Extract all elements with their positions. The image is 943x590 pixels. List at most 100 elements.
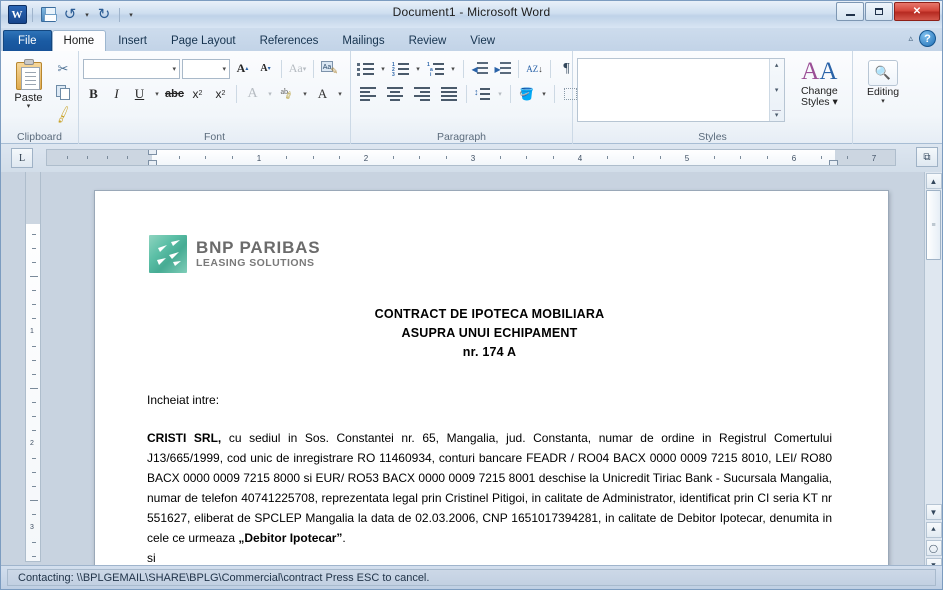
tab-page-layout[interactable]: Page Layout — [159, 30, 248, 51]
shading-dropdown-icon[interactable]: ▾ — [539, 83, 549, 104]
bullets-button[interactable] — [355, 58, 376, 79]
editing-dropdown-icon[interactable]: ▾ — [881, 98, 885, 105]
increase-indent-icon: ▶ — [495, 62, 511, 75]
grow-font-button[interactable]: A ▴ — [232, 58, 253, 79]
scroll-up-button[interactable]: ▲ — [925, 173, 942, 189]
numbering-dropdown-icon[interactable]: ▾ — [413, 58, 423, 79]
strikethrough-button[interactable]: abc — [164, 83, 185, 104]
undo-icon[interactable]: ↺ — [60, 5, 80, 25]
multilevel-list-button[interactable]: 1 a i — [425, 58, 446, 79]
v-ruler-number-3: 3 — [30, 524, 34, 531]
ribbon-group-editing: 🔍 Editing ▾ — [853, 51, 913, 144]
word-app-icon[interactable]: W — [7, 5, 27, 25]
paste-dropdown-icon[interactable]: ▾ — [27, 103, 31, 110]
copy-button[interactable] — [52, 82, 74, 102]
paste-button[interactable]: Paste ▾ — [5, 56, 52, 110]
tab-mailings[interactable]: Mailings — [330, 30, 396, 51]
sort-az-icon: AZ — [526, 63, 539, 74]
italic-button[interactable]: I — [106, 83, 127, 104]
font-name-combobox[interactable]: ▾ — [83, 58, 180, 79]
highlight-color-button[interactable]: ab ✐ — [277, 83, 298, 104]
line-spacing-dropdown-icon[interactable]: ▾ — [495, 83, 505, 104]
align-center-button[interactable] — [382, 83, 407, 104]
window-controls: ✕ — [836, 2, 940, 21]
redo-icon[interactable]: ↻ — [94, 5, 114, 25]
bullets-dropdown-icon[interactable]: ▾ — [378, 58, 388, 79]
minimize-ribbon-icon[interactable]: ▵ — [908, 33, 913, 44]
change-case-button[interactable]: Aa ▾ — [287, 58, 308, 79]
scroll-down-button[interactable]: ▼ — [925, 504, 942, 520]
styles-gallery-scrollbar[interactable]: ▴ ▾ ▾ — [768, 59, 784, 121]
undo-dropdown-icon[interactable]: ▾ — [82, 5, 92, 25]
document-workspace: 1 2 3 BNP PARIBAS LEASING SOLUTIONS CONT… — [1, 172, 942, 576]
right-indent-marker[interactable] — [829, 160, 838, 165]
paintbrush-icon: 🖌 — [52, 104, 74, 125]
editing-button[interactable]: 🔍 Editing ▾ — [857, 56, 909, 105]
align-center-icon — [386, 87, 403, 101]
change-styles-label-2: Styles ▾ — [800, 96, 838, 108]
subscript-button[interactable]: x2 — [187, 83, 208, 104]
editing-label: Editing — [866, 86, 900, 98]
tab-references[interactable]: References — [248, 30, 331, 51]
tab-view[interactable]: View — [458, 30, 507, 51]
tab-file[interactable]: File — [3, 30, 52, 51]
decrease-indent-button[interactable]: ◀ — [469, 58, 490, 79]
sort-button[interactable]: AZ ↓ — [524, 58, 545, 79]
pilcrow-icon: ¶ — [563, 60, 570, 76]
bold-button[interactable]: B — [83, 83, 104, 104]
select-browse-object-button[interactable]: ◯ — [925, 540, 942, 556]
align-left-button[interactable] — [355, 83, 380, 104]
ribbon-group-paragraph: ▾ 1 2 3 ▾ 1 a i ▾ ◀ ▶ AZ ↓ ¶ ↕ ▾ 🪣 ▾ Par… — [351, 51, 590, 144]
minimize-button[interactable] — [836, 2, 864, 21]
tab-insert[interactable]: Insert — [106, 30, 159, 51]
format-painter-button[interactable]: 🖌 — [52, 105, 74, 125]
first-line-indent-marker[interactable] — [148, 150, 157, 155]
close-button[interactable]: ✕ — [894, 2, 940, 21]
justify-icon — [440, 87, 457, 101]
save-icon[interactable] — [38, 5, 58, 25]
text-effects-button[interactable]: A — [242, 83, 263, 104]
multilevel-dropdown-icon[interactable]: ▾ — [448, 58, 458, 79]
styles-group-label: Styles — [698, 130, 727, 143]
superscript-button[interactable]: x2 — [210, 83, 231, 104]
paragraph-intro: Incheiat intre: — [147, 393, 220, 407]
font-color-button[interactable]: A — [312, 83, 333, 104]
bullet-list-icon — [357, 62, 374, 76]
previous-page-button[interactable]: ⯅ — [925, 522, 942, 538]
font-size-combobox[interactable]: ▾ — [182, 58, 230, 79]
styles-gallery[interactable]: ▴ ▾ ▾ — [577, 58, 785, 122]
tab-stop-selector[interactable]: L — [11, 148, 33, 168]
styles-more-icon[interactable]: ▾ — [772, 110, 782, 119]
tab-review[interactable]: Review — [397, 30, 459, 51]
underline-dropdown-icon[interactable]: ▾ — [152, 83, 162, 104]
underline-button[interactable]: U — [129, 83, 150, 104]
cut-button[interactable]: ✂ — [52, 59, 74, 79]
maximize-button[interactable] — [865, 2, 893, 21]
numbering-button[interactable]: 1 2 3 — [390, 58, 411, 79]
show-ruler-toggle[interactable]: ⧉ — [916, 147, 938, 167]
align-right-button[interactable] — [409, 83, 434, 104]
customize-quick-access-icon[interactable]: ▾ — [125, 5, 137, 25]
shading-button[interactable]: 🪣 — [516, 83, 537, 104]
shrink-font-button[interactable]: A ▾ — [255, 58, 276, 79]
line-spacing-button[interactable]: ↕ — [472, 83, 493, 104]
styles-scroll-down-icon[interactable]: ▾ — [775, 86, 779, 94]
vertical-ruler[interactable]: 1 2 3 — [25, 172, 41, 562]
vertical-scrollbar[interactable]: ▲ ≡ ▼ ⯅ ◯ ⯆ — [924, 172, 942, 576]
scrollbar-thumb[interactable]: ≡ — [926, 190, 941, 260]
increase-indent-button[interactable]: ▶ — [492, 58, 513, 79]
left-indent-marker[interactable] — [148, 160, 157, 165]
font-color-dropdown-icon[interactable]: ▾ — [335, 83, 345, 104]
clear-formatting-button[interactable]: Aa ✎ — [319, 58, 340, 79]
styles-scroll-up-icon[interactable]: ▴ — [775, 61, 779, 69]
text-effects-dropdown-icon[interactable]: ▾ — [265, 83, 275, 104]
highlight-dropdown-icon[interactable]: ▾ — [300, 83, 310, 104]
justify-button[interactable] — [436, 83, 461, 104]
document-page[interactable]: BNP PARIBAS LEASING SOLUTIONS CONTRACT D… — [94, 190, 889, 576]
tab-home[interactable]: Home — [51, 30, 107, 51]
horizontal-ruler[interactable]: 1 2 3 4 5 6 7 — [46, 149, 896, 166]
help-icon[interactable]: ? — [919, 30, 936, 47]
change-styles-button[interactable]: AA Change Styles ▾ — [791, 56, 848, 108]
ruler-number-4: 4 — [577, 154, 583, 163]
document-body[interactable]: Incheiat intre: CRISTI SRL, cu sediul in… — [147, 390, 832, 576]
